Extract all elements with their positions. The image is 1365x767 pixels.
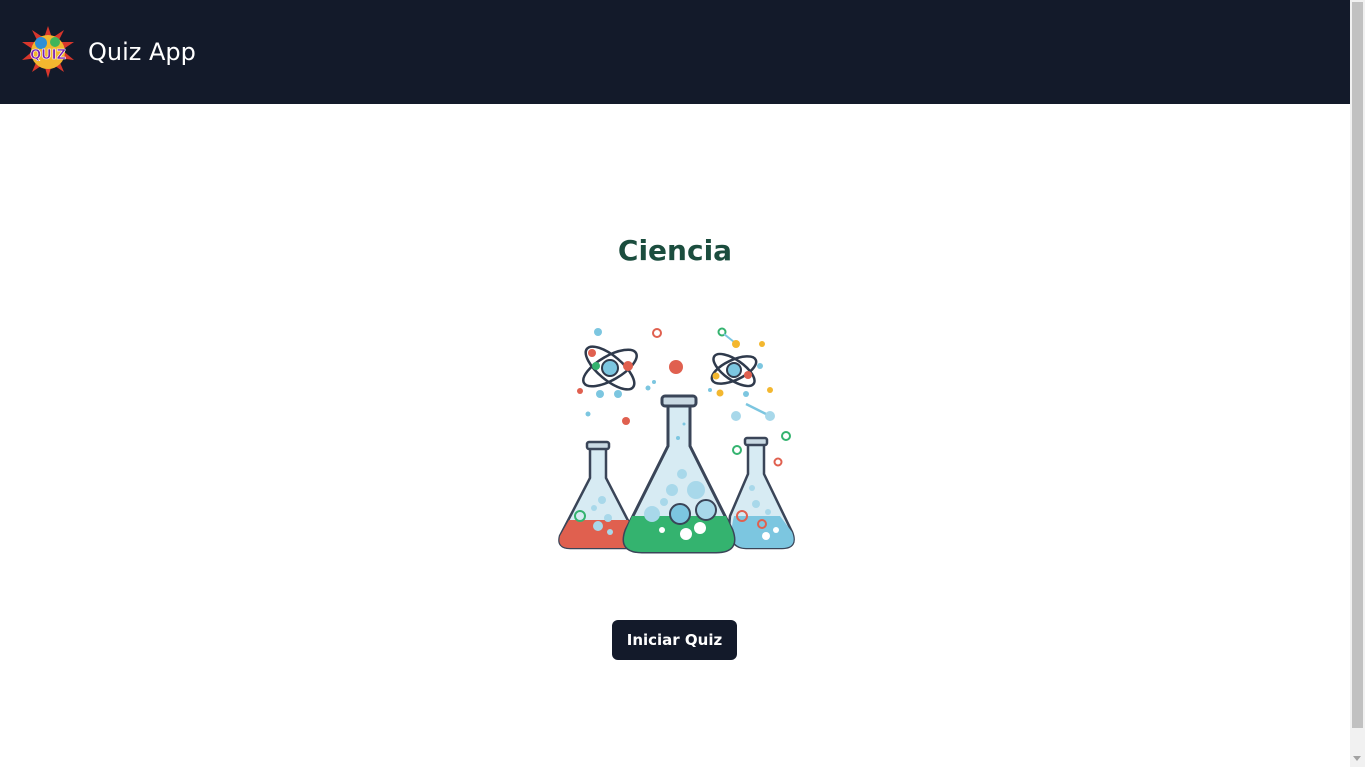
app-title[interactable]: Quiz App — [88, 38, 196, 66]
page: QUIZ Quiz App Ciencia Iniciar Quiz — [0, 0, 1365, 767]
vertical-scrollbar[interactable] — [1350, 0, 1365, 767]
main-content: Ciencia Iniciar Quiz — [0, 104, 1350, 767]
science-flasks-icon — [558, 327, 795, 554]
scroll-down-icon[interactable] — [1353, 756, 1361, 761]
start-quiz-button[interactable]: Iniciar Quiz — [612, 620, 737, 660]
navbar: QUIZ Quiz App — [0, 0, 1350, 104]
scrollbar-thumb[interactable] — [1352, 2, 1363, 728]
quiz-logo-icon[interactable]: QUIZ — [20, 24, 76, 80]
category-title: Ciencia — [617, 234, 733, 267]
svg-text:QUIZ: QUIZ — [30, 48, 66, 63]
flask-center-icon — [622, 394, 736, 554]
